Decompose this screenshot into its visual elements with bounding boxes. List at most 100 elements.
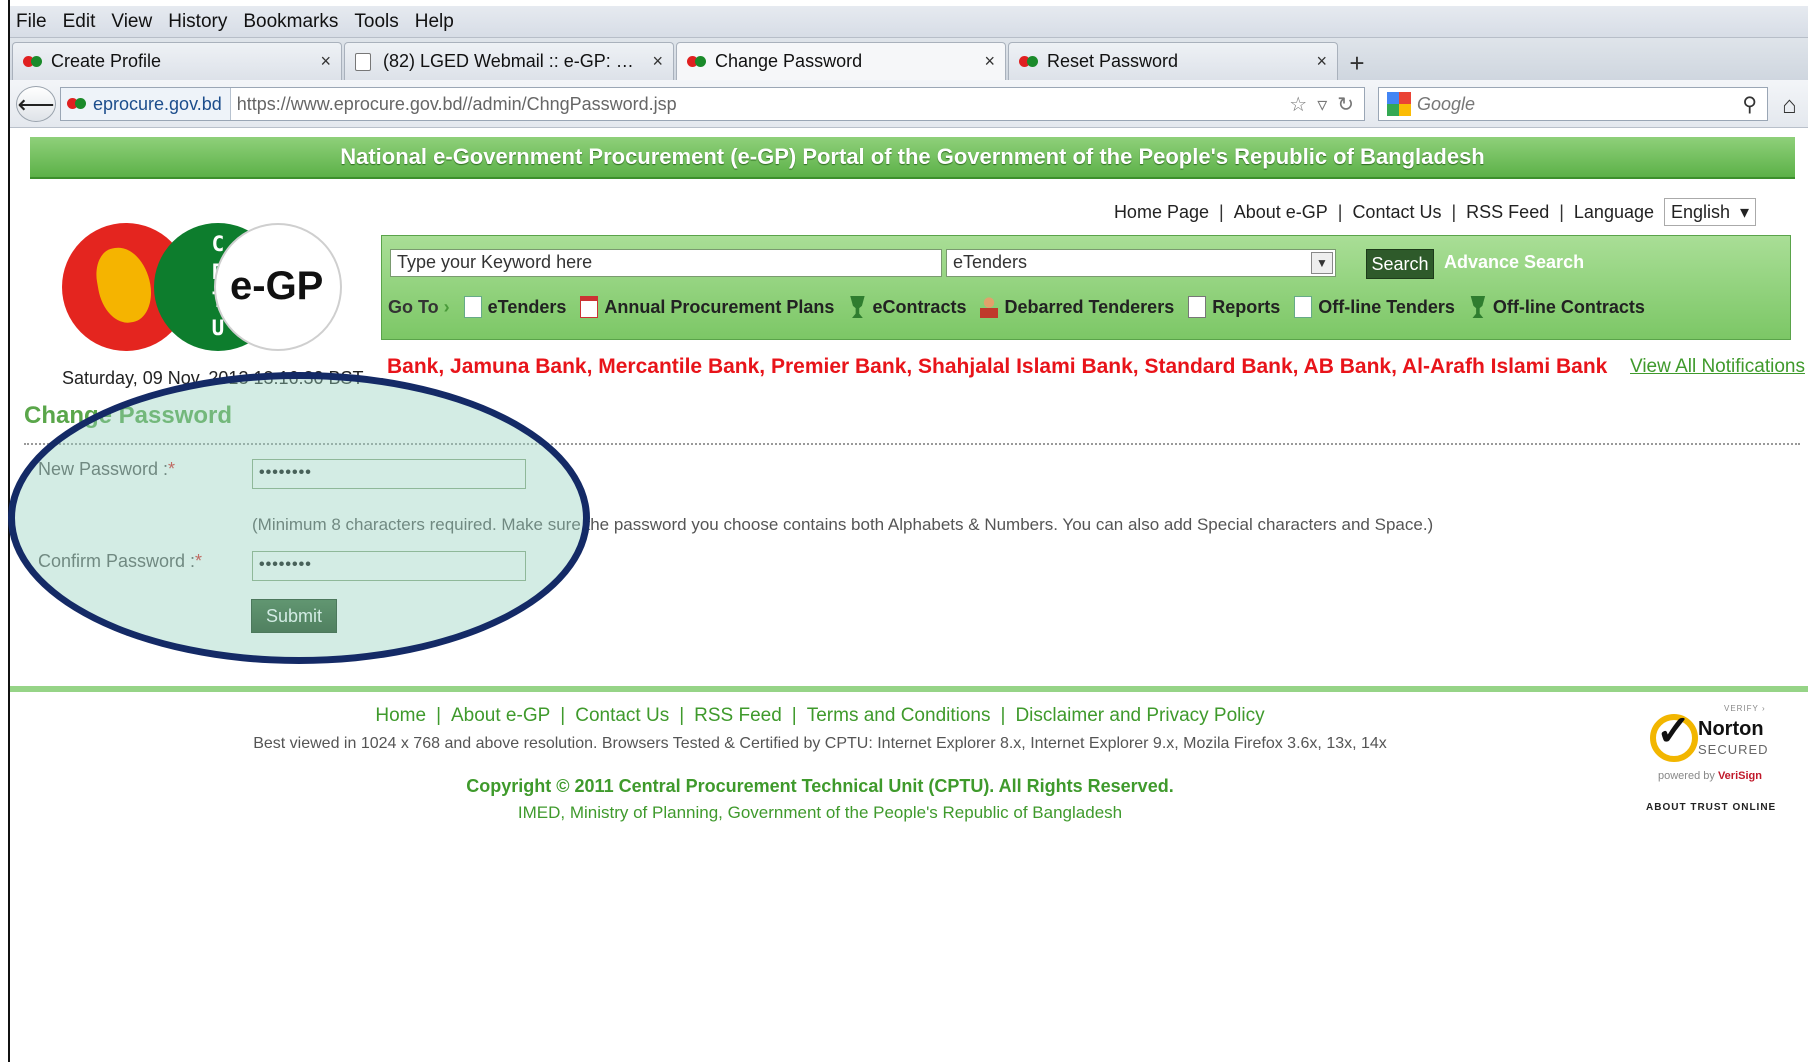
goto-offline-tenders[interactable]: Off-line Tenders	[1294, 296, 1455, 318]
home-icon[interactable]: ⌂	[1782, 92, 1797, 120]
menu-edit[interactable]: Edit	[63, 11, 96, 33]
url-text[interactable]: https://www.eprocure.gov.bd//admin/ChngP…	[231, 94, 1289, 115]
contact-us-link[interactable]: Contact Us	[1352, 202, 1441, 223]
document-icon	[463, 296, 482, 318]
checkmark-icon: ✓	[1656, 707, 1692, 754]
search-placeholder: Google	[1417, 93, 1476, 114]
report-icon	[1188, 296, 1207, 318]
back-button[interactable]: ⟵	[16, 86, 56, 122]
goto-reports[interactable]: Reports	[1188, 296, 1280, 318]
footer-contact-link[interactable]: Contact Us	[575, 705, 669, 727]
divider	[24, 443, 1800, 445]
goto-debarred-tenderers[interactable]: Debarred Tenderers	[980, 296, 1174, 318]
close-icon[interactable]: ×	[984, 51, 995, 72]
menu-help[interactable]: Help	[415, 11, 454, 33]
trophy-icon	[1470, 296, 1486, 318]
reload-icon[interactable]: ↻	[1337, 92, 1354, 117]
close-icon[interactable]: ×	[652, 51, 663, 72]
footer-about-link[interactable]: About e-GP	[451, 705, 550, 727]
new-tab-button[interactable]: +	[1342, 46, 1372, 80]
menu-file[interactable]: File	[16, 11, 47, 33]
language-select[interactable]: English ▾	[1664, 198, 1756, 226]
tab-reset-password[interactable]: Reset Password ×	[1008, 42, 1338, 80]
search-icon[interactable]: ⚲	[1742, 92, 1767, 117]
norton-secured-seal[interactable]: VERIFY › ✓ Norton SECURED powered by Ver…	[1642, 704, 1782, 824]
document-icon	[1294, 296, 1313, 318]
copyright: Copyright © 2011 Central Procurement Tec…	[466, 776, 1174, 796]
confirm-password-label: Confirm Password :*	[38, 551, 203, 571]
goto-etenders[interactable]: eTenders	[463, 296, 566, 318]
menu-tools[interactable]: Tools	[354, 11, 398, 33]
menu-history[interactable]: History	[168, 11, 227, 33]
goto-label: Go To ›	[388, 296, 450, 317]
trophy-icon	[850, 296, 865, 318]
goto-econtracts[interactable]: eContracts	[848, 296, 966, 318]
menu-bar: File Edit View History Bookmarks Tools H…	[10, 6, 1808, 38]
tab-label: Change Password	[715, 51, 863, 71]
footer-rss-link[interactable]: RSS Feed	[694, 705, 782, 727]
bank-notice-marquee: Bank, Jamuna Bank, Mercantile Bank, Prem…	[387, 355, 1608, 378]
site-domain: eprocure.gov.bd	[93, 93, 222, 114]
confirm-password-field[interactable]: ••••••••	[252, 551, 526, 581]
site-favicon-icon	[1019, 55, 1039, 69]
portal-banner: National e-Government Procurement (e-GP)…	[30, 137, 1795, 179]
search-button[interactable]: Search	[1366, 249, 1434, 279]
close-icon[interactable]: ×	[320, 51, 331, 72]
google-icon[interactable]	[1387, 92, 1411, 116]
navigation-bar: ⟵ eprocure.gov.bd https://www.eprocure.g…	[10, 80, 1808, 128]
browser-compat-note: Best viewed in 1024 x 768 and above reso…	[253, 735, 1387, 752]
site-identity-badge[interactable]: eprocure.gov.bd	[61, 88, 231, 120]
submit-button[interactable]: Submit	[251, 599, 337, 633]
address-bar[interactable]: eprocure.gov.bd https://www.eprocure.gov…	[60, 87, 1365, 121]
about-egp-link[interactable]: About e-GP	[1234, 202, 1328, 223]
goto-offline-contracts[interactable]: Off-line Contracts	[1469, 296, 1645, 318]
web-search-box[interactable]: Google ⚲	[1378, 87, 1768, 121]
close-icon[interactable]: ×	[1316, 51, 1327, 72]
password-hint: (Minimum 8 characters required. Make sur…	[252, 515, 1434, 534]
window-edge	[0, 0, 10, 1062]
bangladesh-map-icon	[91, 243, 157, 327]
dropdown-arrow-icon[interactable]: ▿	[1317, 92, 1327, 117]
bookmark-star-icon[interactable]: ☆	[1289, 92, 1307, 117]
site-favicon-icon	[687, 55, 707, 69]
cptu-egp-logo[interactable]: C P T U e-GP	[62, 218, 342, 351]
imed-credit: IMED, Ministry of Planning, Government o…	[517, 803, 1123, 822]
chevron-down-icon: ▾	[1739, 201, 1749, 222]
new-password-field[interactable]: ••••••••	[252, 459, 526, 489]
advance-search-link[interactable]: Advance Search	[1444, 252, 1584, 273]
tender-type-select[interactable]: eTenders ▼	[946, 249, 1336, 277]
calendar-icon	[580, 296, 599, 318]
view-all-notifications-link[interactable]: View All Notifications	[1630, 356, 1805, 378]
menu-bookmarks[interactable]: Bookmarks	[243, 11, 338, 33]
egp-logo-text: e-GP	[230, 264, 324, 308]
chevron-down-icon[interactable]: ▼	[1311, 252, 1333, 274]
footer-divider	[10, 686, 1808, 692]
tab-lged-webmail[interactable]: (82) LGED Webmail :: e-GP: Reset you... …	[344, 42, 674, 80]
language-label: Language	[1573, 201, 1654, 222]
footer-links: Home | About e-GP | Contact Us | RSS Feed | …	[375, 705, 1265, 727]
tab-change-password[interactable]: Change Password ×	[676, 42, 1006, 80]
home-page-link[interactable]: Home Page	[1114, 202, 1209, 223]
back-arrow-icon: ⟵	[17, 88, 55, 119]
tab-label: (82) LGED Webmail :: e-GP: Reset you...	[383, 51, 646, 71]
footer-disclaimer-link[interactable]: Disclaimer and Privacy Policy	[1015, 705, 1264, 727]
tab-create-profile[interactable]: Create Profile ×	[12, 42, 342, 80]
page-favicon-icon	[355, 52, 375, 71]
new-password-label: New Password :*	[38, 459, 176, 479]
tab-bar: Create Profile × (82) LGED Webmail :: e-…	[10, 38, 1808, 80]
site-favicon-icon	[23, 55, 43, 69]
tab-label: Create Profile	[51, 51, 162, 71]
top-links: Home Page | About e-GP | Contact Us | RSS F…	[1114, 198, 1756, 226]
keyword-input[interactable]: Type your Keyword here	[390, 249, 942, 277]
footer-home-link[interactable]: Home	[375, 705, 426, 727]
search-panel: Type your Keyword here eTenders ▼ Search…	[381, 235, 1791, 340]
site-favicon-icon	[67, 97, 87, 111]
goto-annual-procurement-plans[interactable]: Annual Procurement Plans	[580, 296, 834, 318]
person-icon	[980, 296, 999, 318]
goto-menu: Go To › eTenders Annual Procurement Plan…	[388, 296, 1645, 318]
chevron-right-icon: ›	[443, 296, 450, 317]
footer-terms-link[interactable]: Terms and Conditions	[807, 705, 991, 727]
menu-view[interactable]: View	[111, 11, 152, 33]
rss-feed-link[interactable]: RSS Feed	[1466, 202, 1549, 223]
page-title: Change Password	[24, 402, 233, 429]
